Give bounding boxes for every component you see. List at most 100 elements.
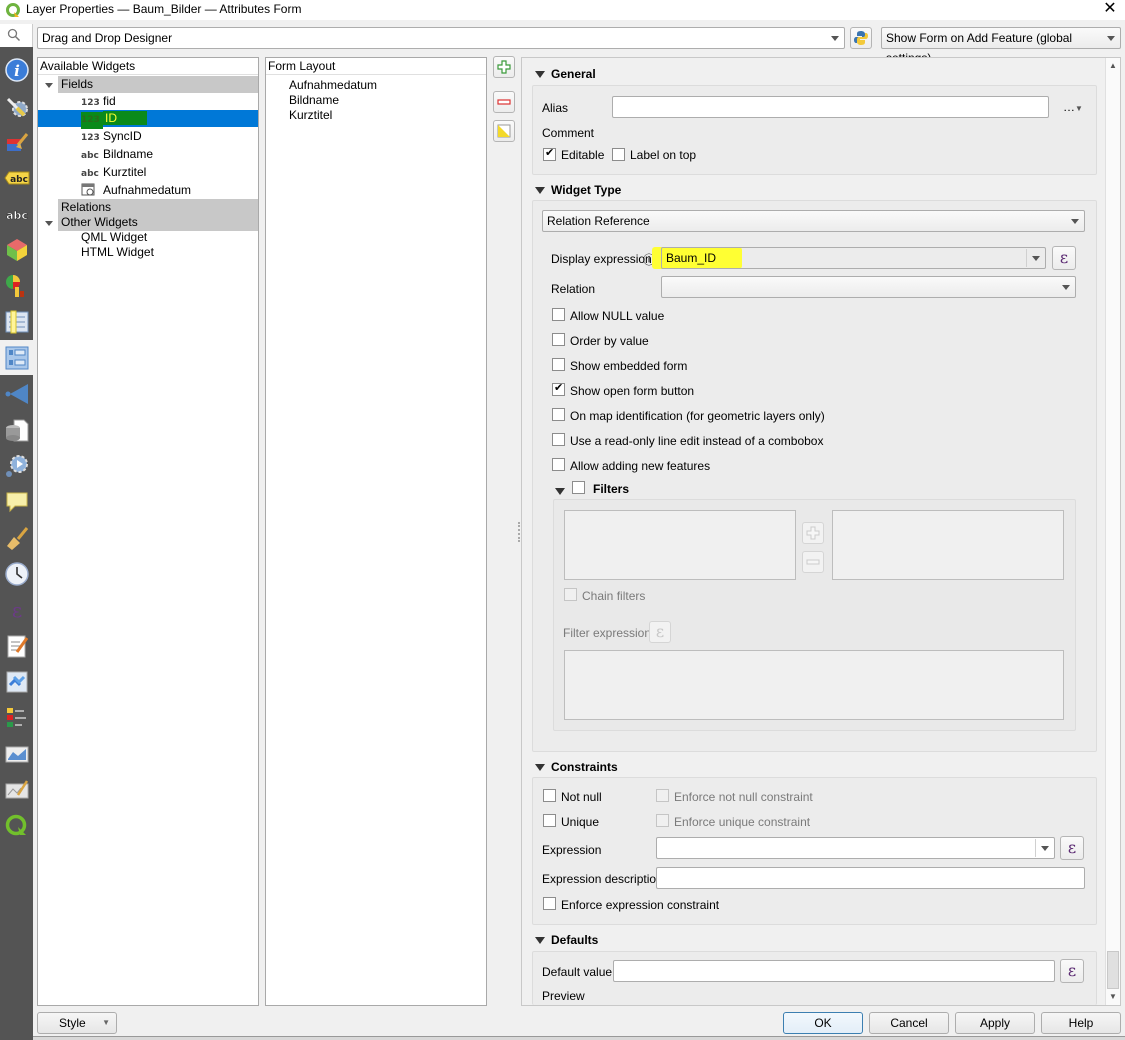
sidebar-item-temporal[interactable]: [0, 556, 33, 591]
not-null-checkbox[interactable]: [543, 789, 556, 802]
alias-input[interactable]: [612, 96, 1049, 118]
collapse-arrow-icon[interactable]: [555, 488, 565, 495]
allow-adding-features-checkbox[interactable]: [552, 458, 565, 471]
sidebar-item-auxiliary-storage[interactable]: [0, 412, 33, 447]
show-form-mode-combo[interactable]: Show Form on Add Feature (global setting…: [881, 27, 1121, 65]
sidebar-item-metadata[interactable]: [0, 628, 33, 663]
filter-expression-text[interactable]: [564, 650, 1064, 720]
editable-checkbox[interactable]: [543, 146, 556, 161]
invert-selection-button[interactable]: [493, 120, 515, 142]
widget-type-combo[interactable]: Relation Reference: [542, 210, 1085, 232]
constraint-expression-combo[interactable]: [656, 837, 1055, 859]
sidebar-item-legend[interactable]: [0, 700, 33, 735]
sidebar-item-actions[interactable]: [0, 448, 33, 483]
ok-button[interactable]: OK: [783, 1012, 863, 1034]
window-title: Layer Properties — Baum_Bilder — Attribu…: [26, 2, 302, 16]
filter-expression-builder-button[interactable]: ε: [649, 621, 671, 643]
collapse-arrow-icon[interactable]: [45, 83, 53, 88]
scroll-up-icon[interactable]: ▲: [1109, 61, 1117, 70]
sidebar-item-information[interactable]: i: [0, 52, 33, 87]
field-item-selected[interactable]: 123 ID: [38, 110, 258, 129]
label-on-top-checkbox[interactable]: [612, 148, 625, 161]
add-container-button[interactable]: [493, 56, 515, 78]
sidebar-item-attributes-form[interactable]: [0, 340, 33, 375]
sidebar-item-symbology[interactable]: [0, 124, 33, 159]
chevron-down-icon: ▼: [102, 1018, 110, 1027]
sidebar-item-dependencies[interactable]: [0, 664, 33, 699]
field-item[interactable]: abc Bildname: [38, 146, 258, 163]
collapse-arrow-icon[interactable]: [45, 221, 53, 226]
field-item[interactable]: abc Kurztitel: [38, 164, 258, 181]
read-only-line-edit-checkbox[interactable]: [552, 433, 565, 446]
map-identification-checkbox[interactable]: [552, 408, 565, 421]
sidebar-item-rendering[interactable]: [0, 520, 33, 555]
display-expression-combo[interactable]: Baum_ID: [661, 247, 1046, 269]
scrollbar-thumb[interactable]: [1107, 951, 1119, 989]
remove-item-button[interactable]: [493, 91, 515, 113]
search-icon: [7, 28, 21, 42]
alias-more-button[interactable]: …▼: [1063, 100, 1083, 114]
sidebar-item-labels[interactable]: abc: [0, 160, 33, 195]
help-button[interactable]: Help: [1041, 1012, 1121, 1034]
sidebar-item-joins[interactable]: [0, 376, 33, 411]
cancel-button[interactable]: Cancel: [869, 1012, 949, 1034]
form-layout-item[interactable]: Kurztitel: [289, 107, 332, 124]
field-item[interactable]: 123 fid: [38, 93, 258, 110]
sidebar-search[interactable]: [0, 24, 33, 47]
available-filter-fields-list[interactable]: [564, 510, 796, 580]
vertical-scrollbar[interactable]: ▲ ▼: [1105, 58, 1120, 1005]
filters-checkbox[interactable]: [572, 481, 585, 494]
enforce-unique-checkbox[interactable]: [656, 814, 669, 827]
unique-checkbox[interactable]: [543, 814, 556, 827]
sidebar-item-variables[interactable]: ε: [0, 592, 33, 627]
selected-filter-fields-list[interactable]: [832, 510, 1064, 580]
sidebar-item-display[interactable]: [0, 484, 33, 519]
style-menu-button[interactable]: Style ▼: [37, 1012, 117, 1034]
sidebar-item-diagrams[interactable]: [0, 268, 33, 303]
enforce-not-null-checkbox[interactable]: [656, 789, 669, 802]
constraints-section-title: Constraints: [551, 760, 618, 774]
sidebar-item-qgis-server[interactable]: [0, 736, 33, 771]
splitter-handle[interactable]: [518, 522, 520, 542]
collapse-arrow-icon[interactable]: [535, 764, 545, 771]
editor-layout-combo[interactable]: Drag and Drop Designer: [37, 27, 845, 49]
collapse-arrow-icon[interactable]: [535, 937, 545, 944]
add-filter-button[interactable]: [802, 522, 824, 544]
show-open-form-button-checkbox[interactable]: [552, 381, 565, 396]
general-section-title: General: [551, 67, 596, 81]
sidebar-item-digitizing[interactable]: [0, 772, 33, 807]
close-button[interactable]: ✕: [1096, 0, 1124, 20]
other-widget-item[interactable]: HTML Widget: [38, 244, 258, 261]
display-expression-builder-button[interactable]: ε: [1052, 246, 1076, 270]
svg-text:abc: abc: [6, 209, 28, 222]
relation-combo[interactable]: [661, 276, 1076, 298]
field-item[interactable]: Aufnahmedatum: [38, 182, 258, 199]
sidebar-item-fields[interactable]: [0, 304, 33, 339]
enforce-expression-checkbox[interactable]: [543, 897, 556, 910]
tree-group-fields[interactable]: Fields: [58, 76, 258, 93]
order-by-value-checkbox[interactable]: [552, 333, 565, 346]
chain-filters-checkbox[interactable]: [564, 588, 577, 601]
sidebar-item-masks[interactable]: abc: [0, 196, 33, 231]
collapse-arrow-icon[interactable]: [535, 71, 545, 78]
default-value-expression-button[interactable]: ε: [1060, 959, 1084, 983]
field-item[interactable]: 123 SyncID: [38, 128, 258, 145]
apply-button[interactable]: Apply: [955, 1012, 1035, 1034]
window-bottom-edge: [33, 1036, 1125, 1040]
collapse-arrow-icon[interactable]: [535, 187, 545, 194]
sidebar-item-3d[interactable]: [0, 232, 33, 267]
comment-label: Comment: [542, 126, 595, 140]
sidebar-item-qgis[interactable]: [0, 808, 33, 843]
python-init-button[interactable]: [850, 27, 872, 49]
show-embedded-form-checkbox[interactable]: [552, 358, 565, 371]
expression-description-input[interactable]: [656, 867, 1085, 889]
sidebar-item-source[interactable]: [0, 88, 33, 123]
rendering-icon: [6, 526, 28, 550]
attributes-form-icon: [5, 346, 28, 369]
joins-icon: [5, 383, 28, 404]
scroll-down-icon[interactable]: ▼: [1109, 992, 1117, 1001]
default-value-input[interactable]: [613, 960, 1055, 982]
allow-null-checkbox[interactable]: [552, 308, 565, 321]
constraint-expression-builder-button[interactable]: ε: [1060, 836, 1084, 860]
remove-filter-button[interactable]: [802, 551, 824, 573]
